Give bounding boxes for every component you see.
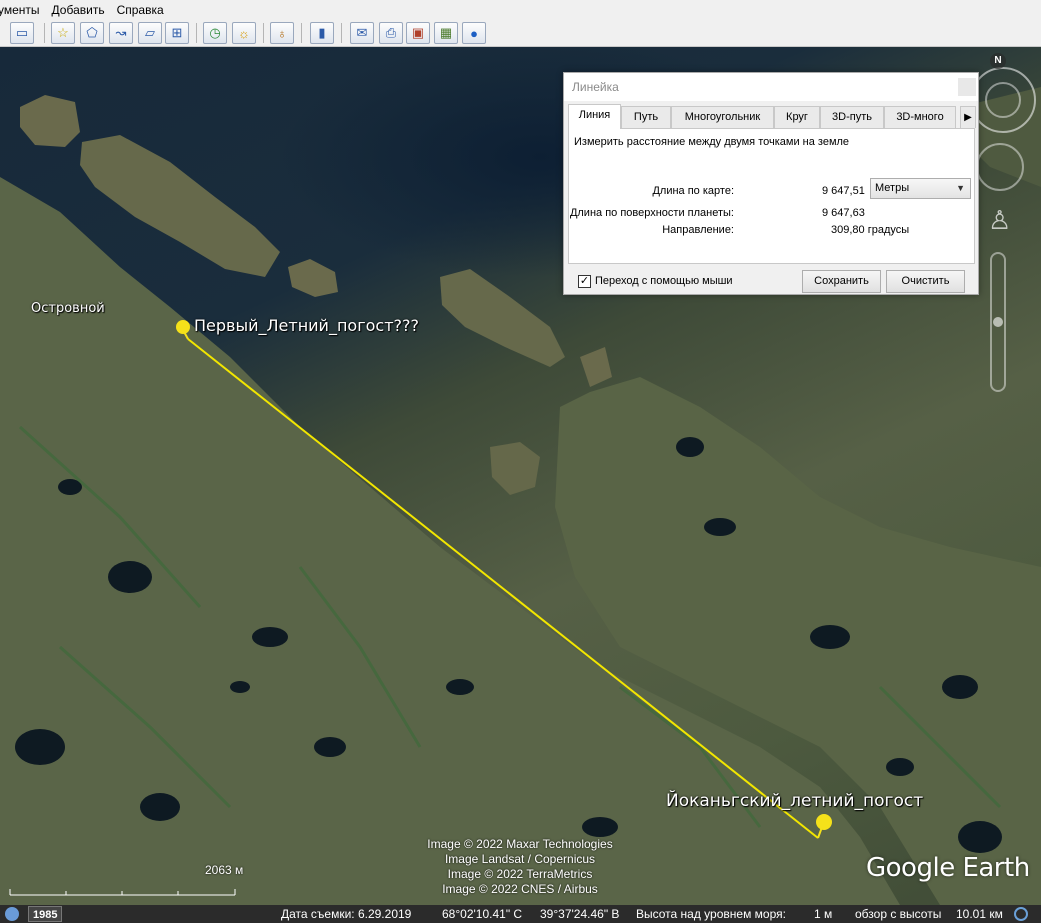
tab-circle[interactable]: Круг — [774, 106, 820, 128]
save-image-icon: ▣ — [411, 25, 425, 40]
streaming-progress-icon — [1014, 907, 1028, 921]
view-in-maps-icon: ▦ — [439, 25, 453, 40]
clear-button[interactable]: Очистить — [886, 270, 965, 293]
toolbar-divider — [341, 23, 342, 43]
print-icon: ⎙ — [385, 25, 397, 40]
attribution-line: Image © 2022 CNES / Airbus — [442, 882, 598, 896]
imagery-attribution: Image © 2022 Maxar Technologies Image La… — [360, 837, 680, 897]
attribution-line: Image Landsat / Copernicus — [444, 852, 596, 866]
add-placemark-button[interactable]: ☆ — [51, 22, 75, 44]
tab-path[interactable]: Путь — [621, 106, 671, 128]
unit-select-value: Метры — [875, 182, 910, 194]
placemark-label-2[interactable]: Йоканьгский_летний_погост — [666, 791, 923, 811]
toolbar-divider — [196, 23, 197, 43]
add-path-button[interactable]: ↝ — [109, 22, 133, 44]
unit-select[interactable]: Метры ▼ — [870, 178, 971, 199]
map-length-label: Длина по карте: — [652, 185, 734, 197]
menu-add[interactable]: Добавить — [46, 0, 111, 20]
elevation-label: Высота над уровнем моря: — [636, 907, 786, 921]
north-icon[interactable]: N — [990, 53, 1006, 69]
historical-imagery-button[interactable]: ◷ — [203, 22, 227, 44]
surface-length-label: Длина по поверхности планеты: — [569, 207, 734, 219]
ruler-tabs: Линия Путь Многоугольник Круг 3D-путь 3D… — [568, 104, 976, 129]
save-image-button[interactable]: ▣ — [406, 22, 430, 44]
historical-imagery-icon[interactable] — [5, 907, 19, 921]
island-small — [288, 259, 338, 297]
surface-length-value: 9 647,63 — [822, 207, 865, 219]
tab-line[interactable]: Линия — [568, 104, 621, 129]
ruler-button[interactable]: ▮ — [310, 22, 334, 44]
attribution-line: Image © 2022 TerraMetrics — [447, 867, 593, 881]
close-button[interactable] — [958, 78, 976, 96]
direction-value: 309,80 градусы — [831, 224, 910, 236]
island-long — [80, 135, 280, 277]
island-center — [440, 269, 565, 367]
island-tiny — [490, 442, 540, 495]
menu-help[interactable]: Справка — [111, 0, 170, 20]
map-length-value: 9 647,51 — [822, 185, 865, 197]
attribution-line: Image © 2022 Maxar Technologies — [427, 837, 613, 851]
add-placemark-icon: ☆ — [57, 25, 69, 40]
elevation-value: 1 м — [814, 907, 833, 921]
capture-date: Дата съемки: 6.29.2019 — [281, 907, 412, 921]
tab-scroll-right-icon[interactable]: ▶ — [960, 106, 976, 128]
print-button[interactable]: ⎙ — [379, 22, 403, 44]
earth-gallery-icon: ● — [470, 25, 478, 41]
imagery-year-badge[interactable]: 1985 — [28, 906, 63, 922]
planets-icon: ♁ — [277, 25, 287, 41]
status-bar: 1985 Дата съемки: 6.29.2019 68°02'10.41"… — [0, 905, 1041, 923]
record-tour-button[interactable]: ⊞ — [165, 22, 189, 44]
ruler-description: Измерить расстояние между двумя точками … — [574, 136, 850, 148]
zoom-slider-knob[interactable] — [993, 317, 1003, 327]
ruler-dialog: Линейка Линия Путь Многоугольник Круг 3D… — [563, 72, 979, 295]
tab-3d-path[interactable]: 3D-путь — [820, 106, 884, 128]
planets-button[interactable]: ♁ — [270, 22, 294, 44]
sidebar-toggle-button[interactable]: ▭ — [10, 22, 34, 44]
mouse-navigation-checkbox[interactable]: ✓ — [578, 275, 591, 288]
sunlight-icon: ☼ — [238, 25, 250, 41]
latitude: 68°02'10.41" С — [442, 907, 523, 921]
scale-label: 2063 м — [205, 863, 244, 877]
email-icon: ✉ — [356, 25, 368, 40]
direction-label: Направление: — [662, 224, 734, 236]
google-earth-logo: Google Earth — [866, 853, 1030, 883]
earth-gallery-button[interactable]: ● — [462, 22, 486, 44]
town-label[interactable]: Островной — [31, 301, 105, 316]
ruler-title: Линейка — [564, 73, 978, 101]
save-button[interactable]: Сохранить — [802, 270, 881, 293]
menu-bar: ументы Добавить Справка — [0, 0, 1041, 20]
eye-altitude-label: обзор с высоты — [855, 907, 942, 921]
eye-altitude-value: 10.01 км — [956, 907, 1003, 921]
island-northwest — [20, 95, 80, 147]
ruler-icon: ▮ — [318, 25, 326, 40]
menu-tools[interactable]: ументы — [0, 0, 46, 20]
sunlight-button[interactable]: ☼ — [232, 22, 256, 44]
add-overlay-button[interactable]: ▱ — [138, 22, 162, 44]
view-in-maps-button[interactable]: ▦ — [434, 22, 458, 44]
look-joystick[interactable] — [976, 143, 1024, 191]
toolbar-divider — [301, 23, 302, 43]
sidebar-icon: ▭ — [15, 25, 29, 40]
chevron-down-icon: ▼ — [956, 183, 965, 193]
placemark-label-1[interactable]: Первый_Летний_погост??? — [194, 316, 419, 335]
record-tour-icon: ⊞ — [171, 25, 183, 40]
email-button[interactable]: ✉ — [350, 22, 374, 44]
add-path-icon: ↝ — [115, 25, 127, 40]
historical-imagery-icon: ◷ — [209, 25, 221, 40]
add-polygon-icon: ⬠ — [86, 25, 98, 40]
street-view-person-icon[interactable]: ♙ — [988, 205, 1011, 236]
ruler-panel: Измерить расстояние между двумя точками … — [568, 128, 975, 264]
tab-3d-polygon[interactable]: 3D-много — [884, 106, 956, 128]
mouse-navigation-label[interactable]: Переход с помощью мыши — [595, 275, 733, 287]
tilt-control[interactable] — [985, 82, 1021, 118]
toolbar-divider — [263, 23, 264, 43]
tab-polygon[interactable]: Многоугольник — [671, 106, 774, 128]
toolbar-divider — [44, 23, 45, 43]
add-overlay-icon: ▱ — [145, 25, 155, 40]
toolbar: ▭ ☆ ⬠ ↝ ▱ ⊞ ◷ ☼ ♁ ▮ ✉ ⎙ ▣ ▦ ● — [0, 20, 1041, 47]
add-polygon-button[interactable]: ⬠ — [80, 22, 104, 44]
longitude: 39°37'24.46" В — [540, 907, 620, 921]
island-rock — [580, 347, 612, 387]
